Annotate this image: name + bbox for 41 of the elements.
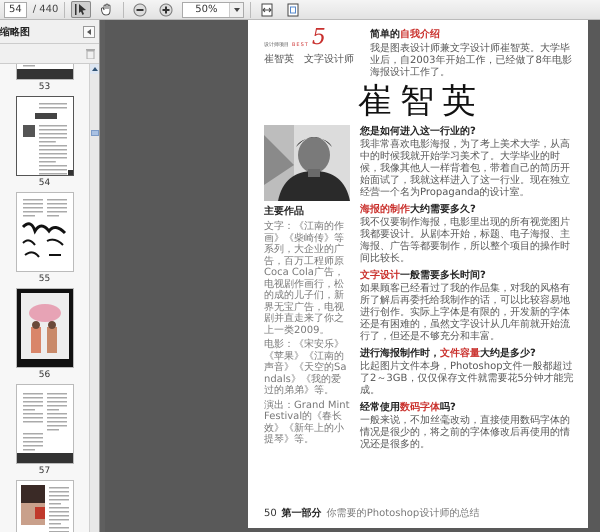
- section-text: 我非常喜欢电影海报，为了考上美术大学，从高中的时候我就开始学习美术了。大学毕业的时候，我像其他人一样背着包，带着自己的简历开始面试了，我就这样进入了这一行业。现在独立经营一个名为Propaganda的设计室。: [360, 139, 571, 199]
- section-heading: 文字设计一般需要多长时间?: [360, 269, 487, 282]
- zoom-dropdown-button[interactable]: [229, 2, 244, 16]
- thumbnail-page-number: 55: [38, 274, 50, 284]
- page-number-field[interactable]: 54: [4, 2, 27, 18]
- works-heading: 主要作品: [264, 204, 305, 218]
- section-heading: 经常使用数码字体吗?: [360, 401, 457, 414]
- footer-part: 第一部分: [282, 508, 322, 520]
- works-text: 电影：《宋安乐》《苹果》《江南的声音》《天空的Sandals》《我的爱过的弟弟》等。: [264, 339, 348, 396]
- designer-title: 崔智英 文字设计师: [264, 54, 354, 66]
- hand-icon: [101, 3, 114, 16]
- section-text: 我是图表设计师兼文字设计师崔智英。大学毕业后，自2003年开始工作，已经做了8年电影海报设计工作了。: [370, 43, 573, 79]
- works-text: 演出：Grand Mint Festival的《春长效》《新年上的小提琴》等。: [264, 400, 350, 446]
- collapse-panel-button[interactable]: [83, 26, 95, 38]
- section-text: 如果顾客已经看过了我的作品集，对我的风格有所了解后再委托给我制作的话，可以比较容易地进行创作。实际上字体是有限的，开发新的字体还是有困难的，虽然文字设计从几年前就开始流行了，但还是不够充分和丰富。: [360, 283, 571, 343]
- section-text: 比起图片文件本身，Photoshop文件一般都超过了2～3GB，仅仅保存文件就需要花5分钟才能完成。: [360, 361, 575, 397]
- section-text: 我不仅要制作海报，电影里出现的所有视觉图片我都要设计。从剧本开始，标题、电子海报、主海报、广告等都要制作，所以整个项目的操作时间比较长。: [360, 217, 571, 265]
- footer-book-title: 你需要的Photoshop设计师的总结: [326, 508, 480, 520]
- thumbnail-page-number: 56: [38, 370, 50, 380]
- section-text: 一般来说，不加丝毫改动，直接使用数码字体的情况是很少的，将之前的字体修改后再使用的情况还是很多的。: [360, 415, 571, 451]
- thumbnail-page-number: 57: [38, 466, 50, 476]
- page-footer-number: 50: [264, 508, 277, 520]
- panel-title: 缩略图: [0, 26, 30, 38]
- scrollbar-thumb[interactable]: [90, 130, 98, 136]
- section-heading: 您是如何进入这一行业的?: [360, 125, 477, 138]
- works-text: 文字：《江南的作画》《柴崎传》等系列，大企业的广告，百万工程师原Coca Cola广告，电视剧作画行，松的成的儿子们，新界无宝广告，电视剧并直走来了你之上一类2009。: [264, 221, 345, 336]
- section-heading: 进行海报制作时，文件容量大约是多少?: [360, 347, 537, 360]
- caret-icon: [234, 8, 240, 12]
- page-count: / 440: [32, 4, 58, 15]
- section-heading: 海报的制作大约需要多久?: [360, 203, 477, 216]
- select-tool-button[interactable]: [71, 1, 92, 18]
- caret-icon: [87, 28, 91, 34]
- zoom-field[interactable]: 50%: [182, 2, 244, 18]
- view-handle[interactable]: [68, 170, 72, 175]
- cursor-icon: [75, 3, 88, 16]
- thumbnail-page-number: 54: [38, 178, 50, 188]
- designer-name: 崔智英: [357, 80, 485, 123]
- best-number: 5: [312, 28, 326, 48]
- section-heading: 简单的自我介绍: [370, 28, 441, 41]
- scroll-up-button[interactable]: [90, 64, 99, 74]
- thumbnail-page-number: 53: [38, 82, 50, 92]
